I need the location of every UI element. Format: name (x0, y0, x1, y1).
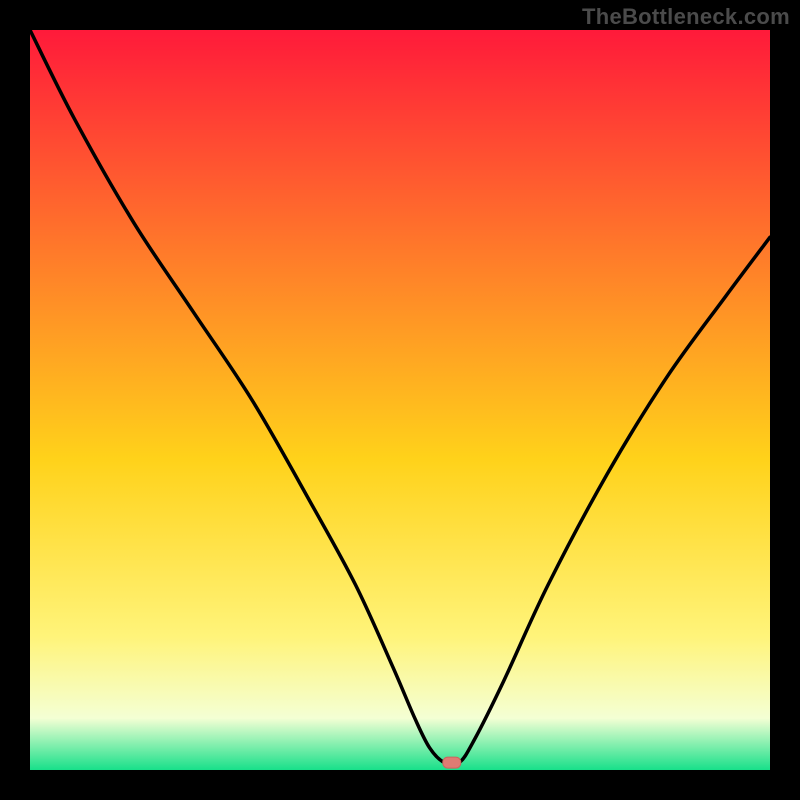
watermark-text: TheBottleneck.com (582, 4, 790, 30)
gradient-background (30, 30, 770, 770)
chart-frame: TheBottleneck.com (0, 0, 800, 800)
optimal-point-marker (443, 757, 461, 768)
chart-svg (30, 30, 770, 770)
plot-area (30, 30, 770, 770)
